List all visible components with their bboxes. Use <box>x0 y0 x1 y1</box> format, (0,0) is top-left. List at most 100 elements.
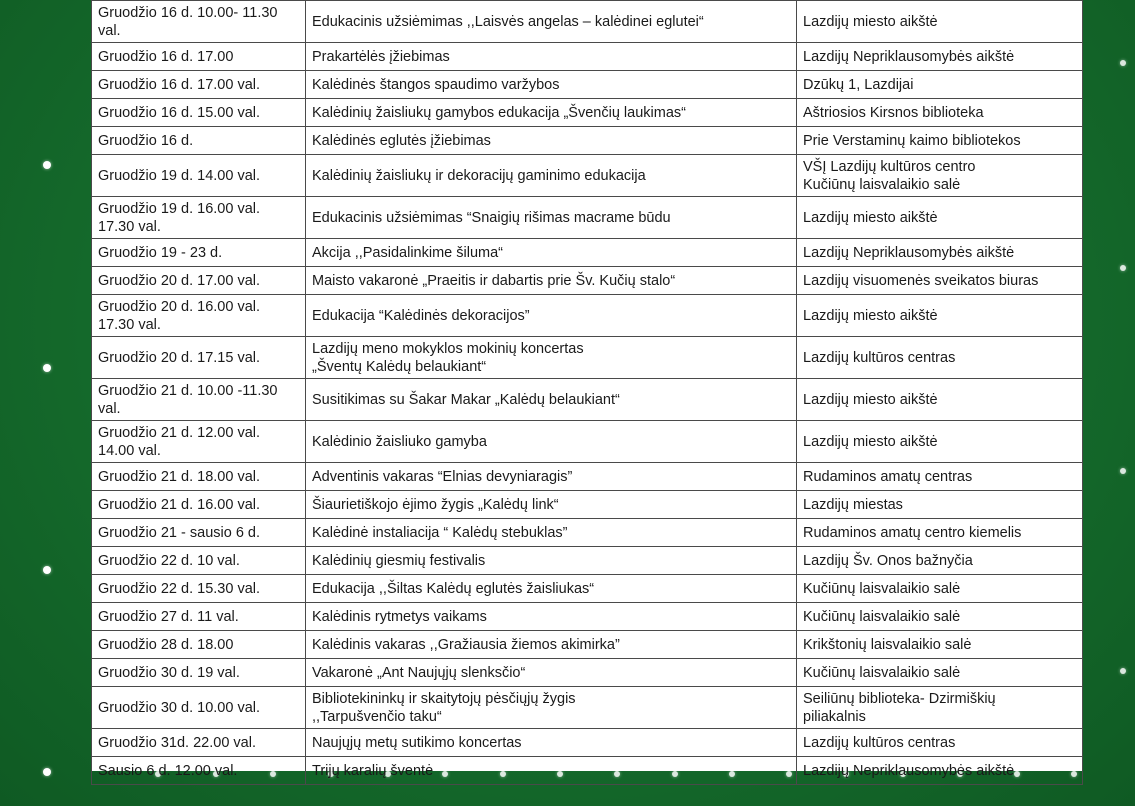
event-date-cell: Gruodžio 19 d. 14.00 val. <box>91 154 306 197</box>
event-title-cell: Lazdijų meno mokyklos mokinių koncertas … <box>305 336 797 379</box>
event-title-cell: Kalėdinis rytmetys vaikams <box>305 602 797 631</box>
event-place-cell: Lazdijų Nepriklausomybės aikštė <box>796 756 1083 785</box>
event-place-cell: Aštriosios Kirsnos biblioteka <box>796 98 1083 127</box>
table-row: Gruodžio 21 d. 12.00 val. 14.00 val. Kal… <box>91 420 1083 463</box>
event-place-cell: Kučiūnų laisvalaikio salė <box>796 574 1083 603</box>
event-title-cell: Kalėdinis vakaras ,,Gražiausia žiemos ak… <box>305 630 797 659</box>
event-date-cell: Gruodžio 21 d. 18.00 val. <box>91 462 306 491</box>
event-date-cell: Gruodžio 31d. 22.00 val. <box>91 728 306 757</box>
table-row: Gruodžio 20 d. 17.00 val. Maisto vakaron… <box>91 266 1083 295</box>
table-row: Gruodžio 27 d. 11 val. Kalėdinis rytmety… <box>91 602 1083 631</box>
event-place-cell: Krikštonių laisvalaikio salė <box>796 630 1083 659</box>
snow-dot <box>1120 265 1126 271</box>
event-date-cell: Gruodžio 22 d. 15.30 val. <box>91 574 306 603</box>
table-row: Gruodžio 16 d. Kalėdinės eglutės įžiebim… <box>91 126 1083 155</box>
event-title-cell: Maisto vakaronė „Praeitis ir dabartis pr… <box>305 266 797 295</box>
table-row: Gruodžio 16 d. 15.00 val. Kalėdinių žais… <box>91 98 1083 127</box>
event-place-cell: Lazdijų miesto aikštė <box>796 196 1083 239</box>
event-title-cell: Vakaronė „Ant Naujųjų slenksčio“ <box>305 658 797 687</box>
event-place-cell: Lazdijų kultūros centras <box>796 336 1083 379</box>
snow-dot <box>1120 668 1126 674</box>
event-title-cell: Kalėdinės štangos spaudimo varžybos <box>305 70 797 99</box>
table-row: Gruodžio 16 d. 10.00- 11.30 val. Edukaci… <box>91 0 1083 43</box>
table-row: Sausio 6 d. 12.00 val. Trijų karalių šve… <box>91 756 1083 785</box>
table-row: Gruodžio 30 d. 10.00 val. Bibliotekinink… <box>91 686 1083 729</box>
event-title-cell: Trijų karalių šventė <box>305 756 797 785</box>
table-row: Gruodžio 21 d. 16.00 val. Šiaurietiškojo… <box>91 490 1083 519</box>
event-date-cell: Gruodžio 20 d. 17.15 val. <box>91 336 306 379</box>
table-row: Gruodžio 21 d. 18.00 val. Adventinis vak… <box>91 462 1083 491</box>
event-date-cell: Gruodžio 16 d. 15.00 val. <box>91 98 306 127</box>
event-place-cell: Lazdijų Nepriklausomybės aikštė <box>796 42 1083 71</box>
event-place-cell: Lazdijų Nepriklausomybės aikštė <box>796 238 1083 267</box>
event-title-cell: Edukacinis užsiėmimas ,,Laisvės angelas … <box>305 0 797 43</box>
snow-dot <box>43 768 51 776</box>
event-date-cell: Gruodžio 28 d. 18.00 <box>91 630 306 659</box>
event-place-cell: Lazdijų miesto aikštė <box>796 294 1083 337</box>
event-place-cell: Lazdijų miesto aikštė <box>796 420 1083 463</box>
event-title-cell: Adventinis vakaras “Elnias devyniaragis” <box>305 462 797 491</box>
event-place-cell: Rudaminos amatų centro kiemelis <box>796 518 1083 547</box>
table-row: Gruodžio 19 - 23 d. Akcija ,,Pasidalinki… <box>91 238 1083 267</box>
snow-dot <box>43 364 51 372</box>
table-row: Gruodžio 20 d. 17.15 val. Lazdijų meno m… <box>91 336 1083 379</box>
event-date-cell: Gruodžio 20 d. 16.00 val. 17.30 val. <box>91 294 306 337</box>
event-place-cell: Seiliūnų biblioteka- Dzirmiškių piliakal… <box>796 686 1083 729</box>
table-row: Gruodžio 20 d. 16.00 val. 17.30 val. Edu… <box>91 294 1083 337</box>
event-date-cell: Gruodžio 21 d. 12.00 val. 14.00 val. <box>91 420 306 463</box>
event-date-cell: Gruodžio 16 d. 17.00 val. <box>91 70 306 99</box>
event-date-cell: Gruodžio 21 - sausio 6 d. <box>91 518 306 547</box>
table-row: Gruodžio 21 - sausio 6 d. Kalėdinė insta… <box>91 518 1083 547</box>
event-date-cell: Gruodžio 30 d. 19 val. <box>91 658 306 687</box>
event-date-cell: Gruodžio 16 d. 10.00- 11.30 val. <box>91 0 306 43</box>
event-place-cell: Lazdijų visuomenės sveikatos biuras <box>796 266 1083 295</box>
events-table: Gruodžio 16 d. 10.00- 11.30 val. Edukaci… <box>91 0 1083 785</box>
event-date-cell: Gruodžio 30 d. 10.00 val. <box>91 686 306 729</box>
table-row: Gruodžio 31d. 22.00 val. Naujųjų metų su… <box>91 728 1083 757</box>
event-place-cell: Lazdijų miesto aikštė <box>796 0 1083 43</box>
table-row: Gruodžio 16 d. 17.00 Prakartėlės įžiebim… <box>91 42 1083 71</box>
event-title-cell: Prakartėlės įžiebimas <box>305 42 797 71</box>
event-place-cell: Prie Verstaminų kaimo bibliotekos <box>796 126 1083 155</box>
event-place-cell: Rudaminos amatų centras <box>796 462 1083 491</box>
event-place-cell: Lazdijų miestas <box>796 490 1083 519</box>
event-date-cell: Gruodžio 16 d. 17.00 <box>91 42 306 71</box>
event-place-cell: Lazdijų Šv. Onos bažnyčia <box>796 546 1083 575</box>
event-title-cell: Kalėdinių žaisliukų ir dekoracijų gamini… <box>305 154 797 197</box>
table-row: Gruodžio 19 d. 16.00 val. 17.30 val. Edu… <box>91 196 1083 239</box>
event-place-cell: VŠĮ Lazdijų kultūros centro Kučiūnų lais… <box>796 154 1083 197</box>
event-date-cell: Gruodžio 16 d. <box>91 126 306 155</box>
snow-dot <box>1120 468 1126 474</box>
event-title-cell: Akcija ,,Pasidalinkime šiluma“ <box>305 238 797 267</box>
event-place-cell: Lazdijų kultūros centras <box>796 728 1083 757</box>
event-date-cell: Gruodžio 19 d. 16.00 val. 17.30 val. <box>91 196 306 239</box>
event-place-cell: Kučiūnų laisvalaikio salė <box>796 658 1083 687</box>
event-title-cell: Edukacinis užsiėmimas “Snaigių rišimas m… <box>305 196 797 239</box>
table-row: Gruodžio 22 d. 15.30 val. Edukacija ,,Ši… <box>91 574 1083 603</box>
event-title-cell: Kalėdinių giesmių festivalis <box>305 546 797 575</box>
event-date-cell: Gruodžio 27 d. 11 val. <box>91 602 306 631</box>
event-title-cell: Kalėdinių žaisliukų gamybos edukacija „Š… <box>305 98 797 127</box>
table-row: Gruodžio 16 d. 17.00 val. Kalėdinės štan… <box>91 70 1083 99</box>
event-date-cell: Gruodžio 21 d. 10.00 -11.30 val. <box>91 378 306 421</box>
snow-dot <box>43 566 51 574</box>
event-date-cell: Gruodžio 19 - 23 d. <box>91 238 306 267</box>
table-row: Gruodžio 21 d. 10.00 -11.30 val. Susitik… <box>91 378 1083 421</box>
table-row: Gruodžio 19 d. 14.00 val. Kalėdinių žais… <box>91 154 1083 197</box>
event-date-cell: Gruodžio 21 d. 16.00 val. <box>91 490 306 519</box>
schedule-sheet: Gruodžio 16 d. 10.00- 11.30 val. Edukaci… <box>91 0 1083 785</box>
snow-dot <box>1120 60 1126 66</box>
event-title-cell: Šiaurietiškojo ėjimo žygis „Kalėdų link“ <box>305 490 797 519</box>
event-title-cell: Bibliotekininkų ir skaitytojų pėsčiųjų ž… <box>305 686 797 729</box>
event-title-cell: Edukacija ,,Šiltas Kalėdų eglutės žaisli… <box>305 574 797 603</box>
event-title-cell: Edukacija “Kalėdinės dekoracijos” <box>305 294 797 337</box>
event-date-cell: Sausio 6 d. 12.00 val. <box>91 756 306 785</box>
event-place-cell: Dzūkų 1, Lazdijai <box>796 70 1083 99</box>
table-row: Gruodžio 30 d. 19 val. Vakaronė „Ant Nau… <box>91 658 1083 687</box>
event-title-cell: Naujųjų metų sutikimo koncertas <box>305 728 797 757</box>
event-title-cell: Susitikimas su Šakar Makar „Kalėdų belau… <box>305 378 797 421</box>
event-title-cell: Kalėdinės eglutės įžiebimas <box>305 126 797 155</box>
event-date-cell: Gruodžio 22 d. 10 val. <box>91 546 306 575</box>
event-date-cell: Gruodžio 20 d. 17.00 val. <box>91 266 306 295</box>
table-row: Gruodžio 22 d. 10 val. Kalėdinių giesmių… <box>91 546 1083 575</box>
